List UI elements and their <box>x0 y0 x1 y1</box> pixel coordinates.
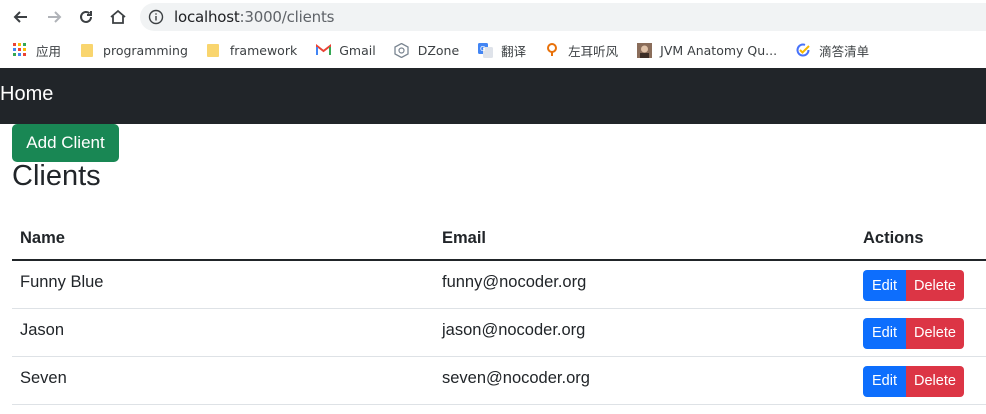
page-title: Clients <box>12 160 101 192</box>
delete-button[interactable]: Delete <box>906 365 964 397</box>
actions-cell: Edit Delete <box>855 308 986 357</box>
column-header-email: Email <box>434 218 855 261</box>
svg-text:G: G <box>480 45 485 53</box>
bookmark-label: 翻译 <box>501 43 527 59</box>
clients-table: Name Email Actions Funny Blue funny@noco… <box>12 218 986 405</box>
client-email-cell: seven@nocoder.org <box>434 356 855 405</box>
delete-button[interactable]: Delete <box>906 270 964 301</box>
bookmark-programming[interactable]: programming <box>79 42 188 58</box>
actions-cell: Edit Delete <box>855 260 986 309</box>
bookmark-podcast[interactable]: 左耳听风 <box>544 41 618 60</box>
dzone-icon <box>394 42 410 58</box>
row-actions-group: Edit Delete <box>863 365 978 397</box>
apps-grid-icon <box>12 42 28 58</box>
row-actions-group: Edit Delete <box>863 317 978 349</box>
browser-toolbar: localhost:3000/clients <box>0 0 986 34</box>
bookmark-label: programming <box>103 42 188 58</box>
bookmark-apps[interactable]: 应用 <box>12 41 61 60</box>
edit-button[interactable]: Edit <box>863 270 906 301</box>
bookmark-label: Gmail <box>339 42 376 58</box>
bookmark-gmail[interactable]: Gmail <box>315 42 376 58</box>
client-email-cell: jason@nocoder.org <box>434 308 855 357</box>
column-header-name: Name <box>12 218 434 261</box>
folder-icon <box>206 42 222 58</box>
bookmark-jvm[interactable]: JVM Anatomy Qu... <box>636 42 777 58</box>
avatar-icon <box>636 42 652 58</box>
edit-button[interactable]: Edit <box>863 317 906 349</box>
bookmark-label: 滴答清单 <box>819 43 870 59</box>
table-header-row: Name Email Actions <box>12 218 986 261</box>
gmail-icon <box>315 42 331 58</box>
bookmark-label: framework <box>229 42 298 58</box>
bookmark-label: JVM Anatomy Qu... <box>660 42 778 58</box>
translate-icon: G <box>477 42 493 58</box>
client-name-cell: Funny Blue <box>12 260 434 309</box>
reload-button[interactable] <box>75 6 97 28</box>
table-row: Funny Blue funny@nocoder.org Edit Delete <box>12 260 986 309</box>
back-arrow-icon <box>13 11 27 23</box>
bookmark-framework[interactable]: framework <box>206 42 297 58</box>
column-header-actions: Actions <box>855 218 986 261</box>
bookmark-checklist[interactable]: 滴答清单 <box>795 41 869 60</box>
podcast-icon <box>544 42 560 58</box>
bookmark-dzone[interactable]: DZone <box>394 42 459 58</box>
table-row: Jason jason@nocoder.org Edit Delete <box>12 308 986 357</box>
url-host: localhost <box>174 8 240 26</box>
home-icon <box>110 9 126 24</box>
bookmark-translate[interactable]: G 翻译 <box>477 41 526 60</box>
url-text: localhost:3000/clients <box>174 8 334 26</box>
add-client-button[interactable]: Add Client <box>12 124 119 162</box>
delete-button[interactable]: Delete <box>906 317 964 349</box>
info-icon[interactable] <box>148 9 164 25</box>
client-email-cell: funny@nocoder.org <box>434 260 855 309</box>
checklist-icon <box>795 42 811 58</box>
address-bar[interactable]: localhost:3000/clients <box>140 3 986 31</box>
bookmark-label: 应用 <box>36 43 62 59</box>
bookmark-label: DZone <box>417 42 460 58</box>
forward-arrow-icon <box>48 11 62 23</box>
home-button[interactable] <box>107 6 129 28</box>
reload-icon <box>80 10 92 23</box>
forward-button[interactable] <box>43 6 65 28</box>
actions-cell: Edit Delete <box>855 356 986 405</box>
edit-button[interactable]: Edit <box>863 365 906 397</box>
row-actions-group: Edit Delete <box>863 270 978 301</box>
client-name-cell: Seven <box>12 356 434 405</box>
url-path: :3000/clients <box>239 8 335 26</box>
bookmark-label: 左耳听风 <box>568 43 619 59</box>
browser-chrome: localhost:3000/clients 应用 programming fr… <box>0 0 986 68</box>
app-navbar: Home <box>0 68 986 124</box>
table-row: Seven seven@nocoder.org Edit Delete <box>12 356 986 405</box>
folder-icon <box>79 42 95 58</box>
back-button[interactable] <box>10 6 32 28</box>
client-name-cell: Jason <box>12 308 434 357</box>
bookmarks-bar: 应用 programming framework Gmail DZone G 翻… <box>0 36 986 64</box>
navbar-brand-home-link[interactable]: Home <box>0 83 53 106</box>
